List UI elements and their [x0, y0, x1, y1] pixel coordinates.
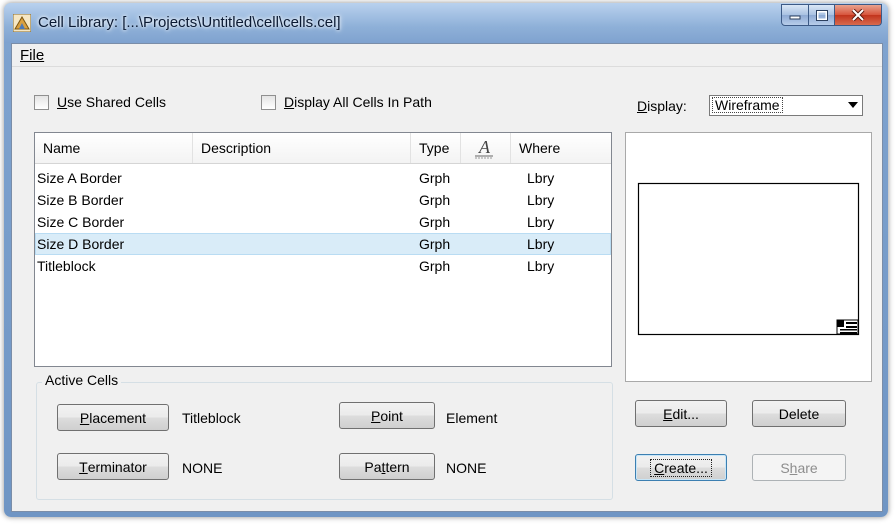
create-button[interactable]: Create... — [635, 454, 727, 481]
microstation-app-icon — [12, 13, 32, 33]
use-shared-cells-label: Use Shared Cells — [57, 94, 166, 110]
column-header-name[interactable]: Name — [35, 133, 193, 163]
chevron-down-icon[interactable] — [848, 102, 858, 108]
display-all-cells-checkbox[interactable] — [261, 94, 276, 110]
cell-type: Grph — [419, 214, 451, 230]
point-button[interactable]: Point — [339, 402, 435, 429]
active-cells-group — [36, 382, 613, 500]
cell-where: Lbry — [527, 236, 555, 252]
display-dropdown-value: Wireframe — [712, 97, 783, 113]
column-header-where[interactable]: Where — [511, 133, 611, 163]
cell-name: Titleblock — [37, 258, 96, 274]
cell-type: Grph — [419, 192, 451, 208]
close-icon — [851, 9, 865, 21]
menu-bar: File — [12, 44, 882, 67]
display-label: Display: — [637, 98, 687, 114]
delete-button[interactable]: Delete — [752, 400, 846, 427]
table-row[interactable]: Size B Border Grph Lbry — [35, 189, 611, 211]
cell-list[interactable]: Name Description Type A Where Size A Bor… — [34, 132, 612, 367]
share-button: Sh are — [752, 454, 846, 481]
close-button[interactable] — [835, 4, 882, 26]
cell-where: Lbry — [527, 214, 555, 230]
display-all-cells-option[interactable]: Display All Cells In Path — [261, 94, 432, 110]
cell-name: Size A Border — [37, 170, 122, 186]
column-header-description[interactable]: Description — [193, 133, 411, 163]
svg-text:A: A — [478, 137, 491, 157]
cell-name: Size D Border — [37, 236, 125, 252]
edit-button[interactable]: Edit... — [635, 400, 727, 427]
placement-value: Titleblock — [182, 410, 241, 426]
minimize-button[interactable] — [781, 4, 809, 26]
window-title: Cell Library: [...\Projects\Untitled\cel… — [38, 14, 341, 31]
cell-name: Size B Border — [37, 192, 124, 208]
point-value: Element — [446, 410, 498, 426]
cell-list-body: Size A Border Grph Lbry Size B Border Gr… — [35, 167, 611, 277]
pattern-value: NONE — [446, 460, 487, 476]
menu-file[interactable]: File — [20, 47, 44, 64]
active-cells-label: Active Cells — [42, 372, 122, 388]
dialog-client-area: File Use Shared Cells Display All Cells … — [11, 43, 883, 512]
cell-library-window: Cell Library: [...\Projects\Untitled\cel… — [4, 3, 888, 517]
cell-type: Grph — [419, 236, 451, 252]
maximize-button[interactable] — [809, 4, 835, 26]
cell-type: Grph — [419, 170, 451, 186]
cell-where: Lbry — [527, 192, 555, 208]
text-style-icon: A — [475, 137, 493, 159]
cell-preview-drawing — [637, 182, 860, 336]
cell-list-header: Name Description Type A Where — [35, 133, 611, 164]
column-header-type[interactable]: Type — [411, 133, 461, 163]
terminator-button[interactable]: Terminator — [57, 453, 169, 480]
display-dropdown[interactable]: Wireframe — [709, 95, 863, 116]
cell-name: Size C Border — [37, 214, 125, 230]
minimize-icon — [789, 15, 801, 20]
table-row[interactable]: Titleblock Grph Lbry — [35, 255, 611, 277]
placement-button[interactable]: Placement — [57, 404, 169, 431]
use-shared-cells-checkbox[interactable] — [34, 94, 49, 110]
table-row[interactable]: Size A Border Grph Lbry — [35, 167, 611, 189]
cell-preview — [625, 132, 872, 382]
table-row-selected[interactable]: Size D Border Grph Lbry — [35, 233, 611, 255]
cell-where: Lbry — [527, 258, 555, 274]
table-row[interactable]: Size C Border Grph Lbry — [35, 211, 611, 233]
pattern-button[interactable]: Pa t tern — [339, 453, 435, 480]
title-bar[interactable]: Cell Library: [...\Projects\Untitled\cel… — [4, 3, 888, 43]
column-header-font[interactable]: A — [461, 133, 511, 163]
display-all-cells-label: Display All Cells In Path — [284, 94, 432, 110]
cell-type: Grph — [419, 258, 451, 274]
use-shared-cells-option[interactable]: Use Shared Cells — [34, 94, 166, 110]
terminator-value: NONE — [182, 460, 223, 476]
maximize-icon — [815, 9, 828, 21]
cell-where: Lbry — [527, 170, 555, 186]
